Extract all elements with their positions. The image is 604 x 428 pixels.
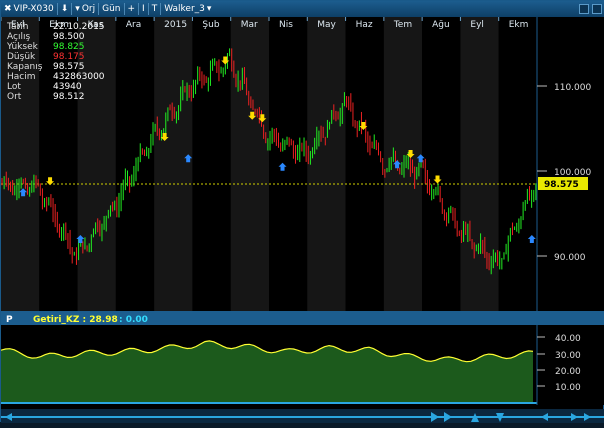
- download-button[interactable]: ⬇: [58, 1, 72, 17]
- svg-text:40.00: 40.00: [555, 334, 581, 344]
- info-label: Tarih: [7, 22, 29, 32]
- tool-t-button[interactable]: T: [149, 1, 161, 17]
- info-value: 22.10.2015: [53, 22, 105, 32]
- info-value: 98.175: [53, 52, 85, 62]
- time-label: Ara: [126, 20, 141, 30]
- info-label: Kapanış: [7, 62, 43, 72]
- month-band: [307, 17, 346, 311]
- pane-left-icon[interactable]: [541, 413, 548, 421]
- period-mode-button[interactable]: ▾ Orj: [72, 1, 98, 17]
- indicator-secondary: : 0.00: [119, 315, 148, 325]
- time-label: Mar: [241, 20, 258, 30]
- period-mode-label: Orj: [81, 4, 96, 14]
- window-control-button[interactable]: [579, 4, 589, 14]
- scroll-end-icon[interactable]: [444, 412, 452, 422]
- info-value: 98.825: [53, 42, 85, 52]
- month-band: [230, 17, 269, 311]
- tool-t-label: T: [151, 4, 158, 14]
- info-row: Düşük 98.175: [7, 52, 105, 62]
- info-label: Lot: [7, 82, 21, 92]
- download-icon: ⬇: [60, 4, 69, 14]
- time-label: May: [317, 20, 336, 30]
- down-arrow-icon: ▾: [75, 4, 80, 14]
- month-band: [345, 17, 384, 311]
- price-axis-bg: [537, 17, 604, 311]
- info-row: Açılış 98.500: [7, 32, 105, 42]
- month-band: [422, 17, 461, 311]
- scroll-right-icon[interactable]: [431, 412, 439, 422]
- tool-i-label: I: [142, 4, 145, 14]
- info-label: Düşük: [7, 52, 36, 62]
- time-label: Haz: [356, 20, 373, 30]
- pane-end-icon[interactable]: [584, 413, 591, 421]
- time-label: Ekm: [509, 20, 529, 30]
- interval-label: Gün: [102, 4, 121, 14]
- symbol-label: VIP-X030: [13, 4, 54, 14]
- svg-text:30.00: 30.00: [555, 351, 581, 361]
- interval-button[interactable]: Gün: [99, 1, 123, 17]
- svg-text:100.000: 100.000: [554, 168, 591, 178]
- svg-text:10.00: 10.00: [555, 383, 581, 393]
- info-row: Tarih 22.10.2015: [7, 22, 105, 32]
- month-band: [269, 17, 308, 311]
- svg-text:20.00: 20.00: [555, 367, 581, 377]
- month-band: [498, 17, 537, 311]
- tool-i-button[interactable]: I: [139, 1, 148, 17]
- info-value: 432863000: [53, 72, 105, 82]
- scroll-track: [1, 416, 604, 418]
- info-row: Lot 43940: [7, 82, 105, 92]
- pane-right-icon[interactable]: [571, 413, 578, 421]
- info-row: Kapanış 98.575: [7, 62, 105, 72]
- scroll-left-icon[interactable]: [5, 413, 12, 421]
- indicator-set-label: Walker_3: [164, 4, 205, 14]
- svg-text:110.000: 110.000: [554, 83, 591, 93]
- chart-toolbar: ✖ VIP-X030 ⬇ ▾ Orj Gün + I T Walker_3 ▾: [1, 1, 604, 17]
- info-label: Ort: [7, 92, 22, 102]
- indicator-set-button[interactable]: Walker_3 ▾: [161, 1, 214, 17]
- pane-label: P: [6, 315, 13, 325]
- add-button[interactable]: +: [125, 1, 139, 17]
- info-label: Yüksek: [7, 42, 38, 52]
- month-band: [154, 17, 193, 311]
- window-control-button[interactable]: [592, 4, 602, 14]
- symbol-selector[interactable]: ✖ VIP-X030: [1, 1, 57, 17]
- info-row: Ort 98.512: [7, 92, 105, 102]
- time-label: Ağu: [432, 20, 450, 30]
- info-label: Açılış: [7, 32, 31, 42]
- info-value: 43940: [53, 82, 82, 92]
- time-label: 2015: [164, 20, 187, 30]
- ohlc-info-panel: Tarih 22.10.2015 Açılış 98.500 Yüksek 98.825 D…: [7, 22, 105, 102]
- horizontal-scrollbar[interactable]: [1, 409, 604, 423]
- info-row: Hacim 432863000: [7, 72, 105, 82]
- info-row: Yüksek 98.825: [7, 42, 105, 52]
- add-label: +: [127, 4, 136, 14]
- month-band: [115, 17, 155, 311]
- close-icon[interactable]: ✖: [4, 4, 12, 14]
- info-value: 98.512: [53, 92, 85, 102]
- time-label: Şub: [202, 20, 219, 30]
- time-label: Tem: [393, 20, 412, 30]
- svg-text:90.000: 90.000: [554, 253, 586, 263]
- time-label: Nis: [279, 20, 293, 30]
- info-value: 98.575: [53, 62, 85, 72]
- last-price-value: 98.575: [544, 180, 579, 190]
- info-label: Hacim: [7, 72, 36, 82]
- dropdown-icon: ▾: [206, 4, 212, 14]
- time-label: Eyl: [470, 20, 484, 30]
- trading-window: ✖ VIP-X030 ⬇ ▾ Orj Gün + I T Walker_3 ▾: [0, 0, 604, 423]
- indicator-name: Getiri_KZ : 28.98: [33, 315, 118, 325]
- info-value: 98.500: [53, 32, 85, 42]
